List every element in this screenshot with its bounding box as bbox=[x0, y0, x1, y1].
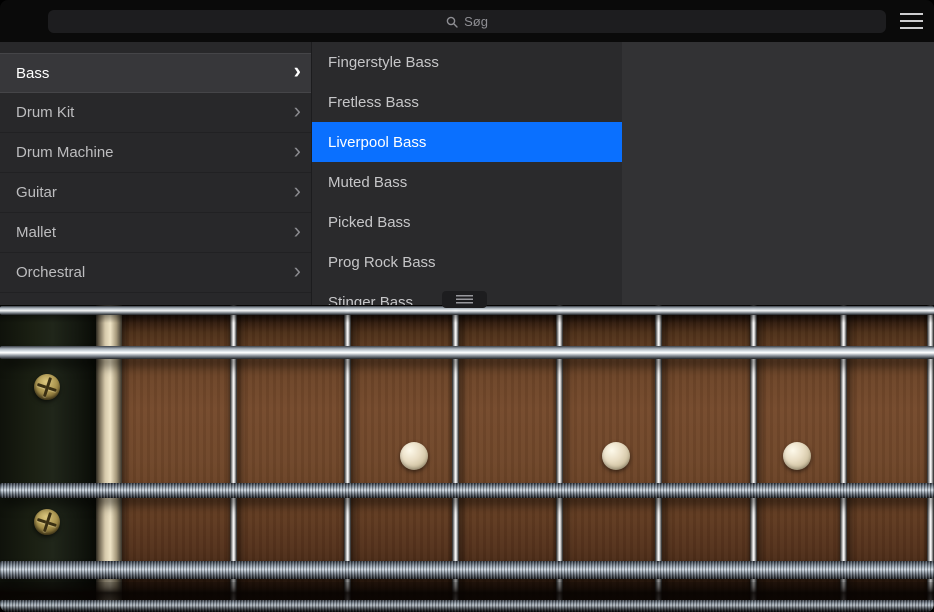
fretboard-bottom-shadow bbox=[0, 604, 934, 612]
category-label: Drum Kit bbox=[16, 104, 75, 121]
instrument-item-liverpool-bass[interactable]: Liverpool Bass bbox=[312, 122, 622, 162]
instrument-item-picked-bass[interactable]: Picked Bass bbox=[312, 202, 622, 242]
drag-handle[interactable] bbox=[442, 291, 487, 308]
instrument-label: Picked Bass bbox=[328, 213, 411, 231]
bass-string-2[interactable] bbox=[0, 483, 934, 498]
instrument-label: Liverpool Bass bbox=[328, 133, 427, 151]
instrument-label: Fretless Bass bbox=[328, 93, 419, 111]
instrument-item-muted-bass[interactable]: Muted Bass bbox=[312, 162, 622, 202]
garageband-window: Søg Bass Drum Kit Drum Machine Guitar bbox=[0, 0, 934, 612]
instrument-item-fingerstyle-bass[interactable]: Fingerstyle Bass bbox=[312, 42, 622, 82]
chevron-right-icon bbox=[294, 62, 301, 84]
instrument-label: Muted Bass bbox=[328, 173, 408, 191]
search-input[interactable]: Søg bbox=[48, 10, 886, 33]
bass-string-3[interactable] bbox=[0, 561, 934, 579]
instrument-item-prog-rock-bass[interactable]: Prog Rock Bass bbox=[312, 242, 622, 282]
fret-marker-dot bbox=[783, 442, 811, 470]
sidebar-item-bass[interactable]: Bass bbox=[0, 53, 311, 93]
sidebar-item-drum-kit[interactable]: Drum Kit bbox=[0, 93, 311, 133]
category-label: Guitar bbox=[16, 184, 57, 201]
chevron-right-icon bbox=[294, 182, 301, 204]
hamburger-icon[interactable] bbox=[900, 13, 923, 29]
instrument-label: Prog Rock Bass bbox=[328, 253, 436, 271]
search-placeholder: Søg bbox=[464, 14, 488, 29]
search-icon bbox=[446, 16, 458, 28]
instrument-list: Fingerstyle Bass Fretless Bass Liverpool… bbox=[312, 42, 622, 305]
bass-string-1[interactable] bbox=[0, 346, 934, 359]
sidebar-item-mallet[interactable]: Mallet bbox=[0, 213, 311, 253]
sound-browser-overlay: Bass Drum Kit Drum Machine Guitar Mallet… bbox=[0, 42, 934, 305]
category-label: Drum Machine bbox=[16, 144, 114, 161]
instrument-label: Stinger Bass bbox=[328, 293, 414, 306]
instrument-item-fretless-bass[interactable]: Fretless Bass bbox=[312, 82, 622, 122]
chevron-right-icon bbox=[294, 142, 301, 164]
category-list: Bass Drum Kit Drum Machine Guitar Mallet… bbox=[0, 42, 312, 305]
chevron-right-icon bbox=[294, 262, 301, 284]
top-bar: Søg bbox=[0, 0, 934, 42]
chevron-right-icon bbox=[294, 102, 301, 124]
fretboard-lower-shadow bbox=[0, 582, 934, 600]
fret-marker-dot bbox=[400, 442, 428, 470]
sidebar-item-orchestral[interactable]: Orchestral bbox=[0, 253, 311, 293]
fret-marker-dot bbox=[602, 442, 630, 470]
category-label: Bass bbox=[16, 64, 50, 82]
sidebar-item-guitar[interactable]: Guitar bbox=[0, 173, 311, 213]
instrument-label: Fingerstyle Bass bbox=[328, 53, 439, 71]
category-label: Orchestral bbox=[16, 264, 86, 281]
category-label: Mallet bbox=[16, 224, 57, 241]
drag-handle-icon bbox=[456, 295, 473, 304]
bass-fretboard[interactable] bbox=[0, 305, 934, 612]
chevron-right-icon bbox=[294, 222, 301, 244]
sidebar-item-drum-machine[interactable]: Drum Machine bbox=[0, 133, 311, 173]
